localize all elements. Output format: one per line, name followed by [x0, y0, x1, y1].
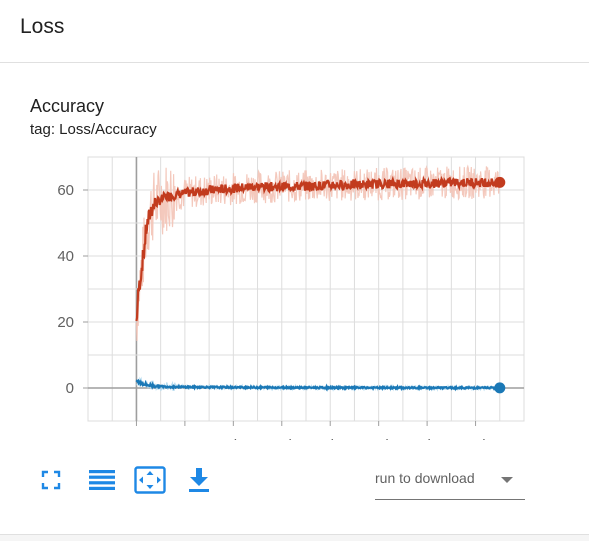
y-tick-label: 0	[66, 380, 74, 397]
x-tick-label: 1k	[225, 437, 241, 440]
fit-domain-button[interactable]	[133, 466, 167, 494]
run-to-download-select[interactable]: run to download	[375, 468, 525, 500]
x-tick-label: 2k	[322, 437, 338, 440]
x-tick-label: 1.5k	[268, 437, 297, 440]
x-tick-label: 3k	[419, 437, 435, 440]
list-icon	[89, 470, 115, 490]
chevron-down-icon	[501, 477, 513, 483]
download-button[interactable]	[184, 466, 214, 494]
bottom-divider	[0, 534, 589, 541]
x-tick-label: 2.5k	[364, 437, 393, 440]
series-1-smoothed-line	[135, 378, 501, 392]
y-tick-label: 20	[57, 314, 74, 331]
section-title: Loss	[20, 15, 65, 38]
x-tick-label: 500	[172, 437, 197, 440]
series-0-end-point	[494, 176, 506, 188]
y-tick-label: 40	[57, 248, 74, 265]
x-tick-label: 3.5k	[461, 437, 490, 440]
series-1-raw-line	[136, 376, 501, 392]
download-icon	[189, 468, 209, 492]
accuracy-chart[interactable]: 0 500 1k 1.5k 2k 2.5k 3k 3.5k 0 20 40 60	[0, 140, 589, 440]
x-tick-label: 0	[132, 437, 140, 440]
chart-ticks: 0 500 1k 1.5k 2k 2.5k 3k 3.5k 0 20 40 60	[57, 182, 490, 440]
series-1-end-point	[494, 382, 506, 394]
chart-series	[135, 164, 506, 394]
y-tick-label: 60	[57, 182, 74, 199]
run-select-label: run to download	[375, 470, 475, 486]
toggle-log-scale-button[interactable]	[87, 466, 117, 494]
series-0-smoothed-line	[135, 175, 501, 322]
fullscreen-icon	[41, 470, 61, 490]
fit-screen-icon	[134, 466, 166, 494]
section-header[interactable]: Loss	[0, 0, 589, 63]
card-tag: tag: Loss/Accuracy	[30, 121, 157, 138]
fullscreen-button[interactable]	[36, 466, 66, 494]
card-title: Accuracy	[30, 96, 105, 116]
